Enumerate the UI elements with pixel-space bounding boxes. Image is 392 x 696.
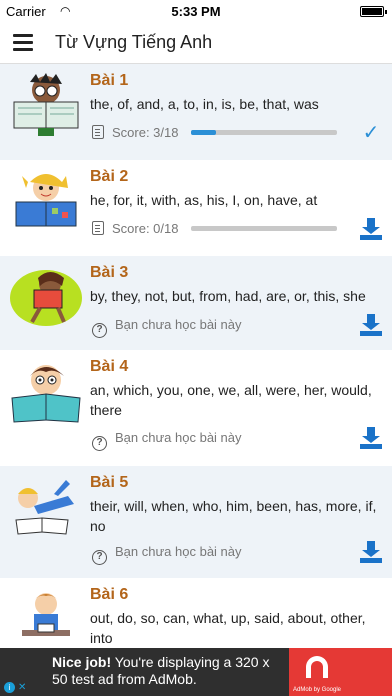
lesson-card-5[interactable]: Bài 5 their, will, when, who, him, been,… (0, 466, 392, 578)
lesson-status: ? Bạn chưa học bài này (92, 317, 242, 338)
admob-caption: AdMob by Google (292, 687, 342, 693)
lesson-progress-bar (191, 226, 337, 231)
lesson-card-2[interactable]: Bài 2 he, for, it, with, as, his, I, on,… (0, 160, 392, 256)
lesson-5-reading-child-image (15, 480, 74, 535)
ad-info-icon[interactable]: i (4, 682, 15, 693)
lesson-card-3[interactable]: Bài 3 by, they, not, but, from, had, are… (0, 256, 392, 350)
download-icon[interactable] (360, 314, 382, 336)
lesson-words: he, for, it, with, as, his, I, on, have,… (90, 192, 318, 208)
app-bar: Từ Vựng Tiếng Anh (0, 22, 392, 64)
lesson-score: Score: 0/18 (92, 221, 179, 236)
question-icon: ? (92, 323, 107, 338)
download-icon[interactable] (360, 218, 382, 240)
lesson-2-reading-girl-image (15, 174, 77, 227)
completed-check-icon[interactable]: ✓ (360, 122, 382, 144)
lesson-1-reading-boy-image (13, 73, 79, 136)
document-icon (92, 125, 104, 139)
status-bar: Carrier ◠ 5:33 PM (0, 0, 392, 22)
lesson-title: Bài 3 (90, 264, 129, 281)
admob-logo[interactable]: AdMob by Google (289, 648, 345, 696)
lesson-list[interactable]: Bài 1 the, of, and, a, to, in, is, be, t… (0, 64, 392, 648)
lesson-status: ? Bạn chưa học bài này (92, 544, 242, 565)
lesson-words: the, of, and, a, to, in, is, be, that, w… (90, 96, 319, 112)
battery-icon (360, 6, 387, 17)
lesson-6-reading-boy-image (22, 593, 70, 636)
lesson-card-4[interactable]: Bài 4 an, which, you, one, we, all, were… (0, 350, 392, 466)
lesson-title: Bài 6 (90, 586, 129, 603)
question-icon: ? (92, 436, 107, 451)
lesson-title: Bài 2 (90, 168, 129, 185)
lesson-words: their, will, when, who, him, been, has, … (90, 498, 377, 534)
document-icon (92, 221, 104, 235)
lesson-title: Bài 4 (90, 358, 129, 375)
app-title: Từ Vựng Tiếng Anh (55, 32, 213, 52)
lesson-card-6[interactable]: Bài 6 out, do, so, can, what, up, said, … (0, 578, 392, 648)
lesson-words: by, they, not, but, from, had, are, or, … (90, 288, 366, 304)
lesson-title: Bài 5 (90, 474, 129, 491)
lesson-3-reading-girl-image (10, 270, 82, 326)
lesson-words: an, which, you, one, we, all, were, her,… (90, 382, 372, 418)
question-icon: ? (92, 550, 107, 565)
status-time: 5:33 PM (171, 4, 221, 19)
ad-side-panel (345, 648, 392, 696)
lesson-score: Score: 3/18 (92, 125, 179, 140)
hamburger-menu-icon[interactable] (13, 34, 33, 51)
ad-text[interactable]: Nice job! You're displaying a 320 x 50 t… (52, 654, 282, 688)
ad-banner[interactable]: Nice job! You're displaying a 320 x 50 t… (0, 648, 392, 696)
lesson-title: Bài 1 (90, 72, 129, 89)
lesson-4-reading-boy-image (11, 365, 81, 423)
lesson-card-1[interactable]: Bài 1 the, of, and, a, to, in, is, be, t… (0, 64, 392, 160)
download-icon[interactable] (360, 541, 382, 563)
lesson-progress-bar (191, 130, 337, 135)
ad-close-icon[interactable]: ✕ (18, 682, 26, 693)
admob-logo-icon (306, 656, 328, 678)
download-icon[interactable] (360, 427, 382, 449)
ad-headline: Nice job! (52, 654, 112, 670)
lesson-status: ? Bạn chưa học bài này (92, 430, 242, 451)
lesson-words: out, do, so, can, what, up, said, about,… (90, 610, 366, 646)
